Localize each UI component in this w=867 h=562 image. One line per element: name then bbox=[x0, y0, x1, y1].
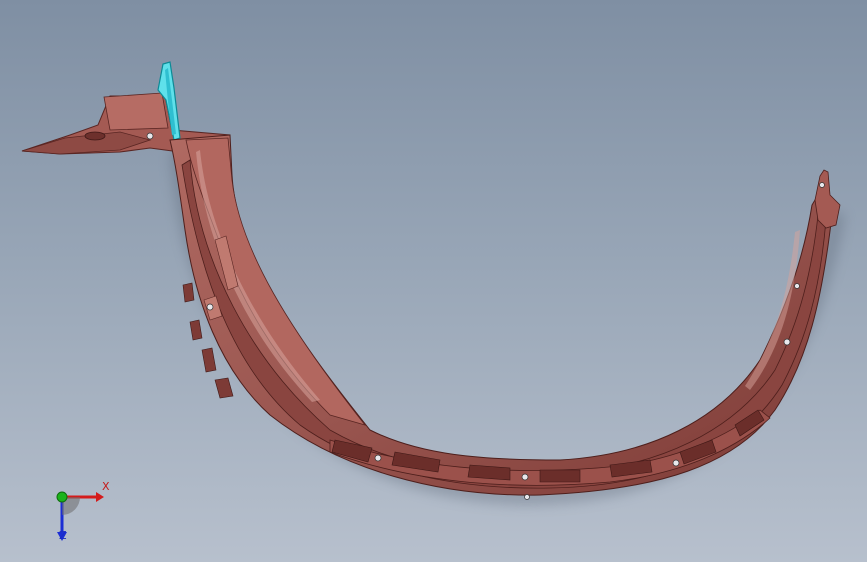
y-axis-dot-icon bbox=[56, 491, 68, 503]
cad-viewport[interactable]: X Z bbox=[0, 0, 867, 562]
orientation-triad: X Z bbox=[40, 478, 120, 548]
z-axis-label: Z bbox=[59, 529, 67, 542]
fender-liner-model[interactable] bbox=[0, 0, 867, 562]
flange-hole bbox=[84, 131, 106, 141]
x-axis-arrow-icon bbox=[96, 492, 104, 502]
right-end-tab[interactable] bbox=[814, 169, 841, 229]
flange-raised-box bbox=[103, 92, 169, 131]
x-axis-label: X bbox=[102, 480, 110, 493]
